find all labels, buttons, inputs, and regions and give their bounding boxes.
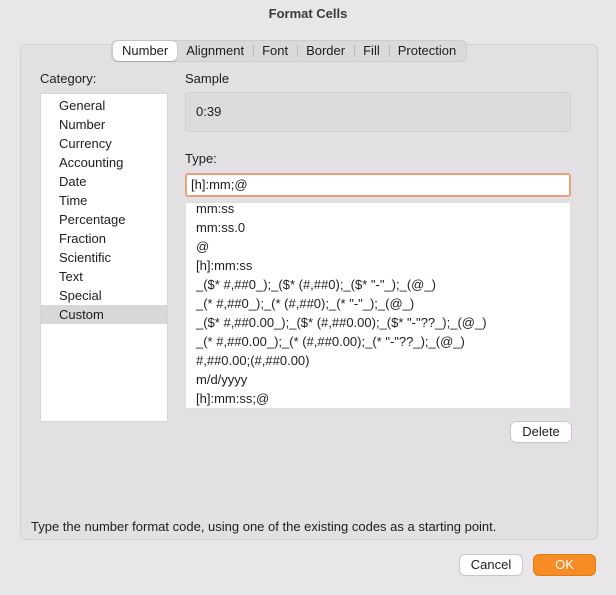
- category-label: Category:: [40, 71, 97, 86]
- dialog-title: Format Cells: [268, 6, 348, 21]
- category-item-scientific[interactable]: Scientific: [41, 248, 167, 267]
- format-item[interactable]: @: [186, 237, 570, 256]
- category-item-number[interactable]: Number: [41, 115, 167, 134]
- category-item-special[interactable]: Special: [41, 286, 167, 305]
- sample-box: 0:39: [185, 92, 571, 132]
- hint-text: Type the number format code, using one o…: [31, 519, 497, 534]
- category-item-general[interactable]: General: [41, 96, 167, 115]
- category-item-date[interactable]: Date: [41, 172, 167, 191]
- format-item[interactable]: mm:ss: [186, 203, 570, 218]
- category-item-custom[interactable]: Custom: [41, 305, 167, 324]
- format-code-list[interactable]: mm:ss mm:ss.0 @ [h]:mm:ss _($* #,##0_);_…: [185, 202, 571, 409]
- sample-label: Sample: [185, 71, 230, 86]
- tab-bar: Number Alignment Font Border Fill Protec…: [111, 40, 468, 62]
- cancel-button[interactable]: Cancel: [460, 555, 522, 575]
- tab-border[interactable]: Border: [297, 40, 354, 62]
- category-item-currency[interactable]: Currency: [41, 134, 167, 153]
- format-item[interactable]: #,##0.00;(#,##0.00): [186, 351, 570, 370]
- format-item[interactable]: _($* #,##0_);_($* (#,##0);_($* "-"_);_(@…: [186, 275, 570, 294]
- format-item[interactable]: _(* #,##0_);_(* (#,##0);_(* "-"_);_(@_): [186, 294, 570, 313]
- type-label: Type:: [185, 151, 217, 166]
- category-item-text[interactable]: Text: [41, 267, 167, 286]
- category-item-fraction[interactable]: Fraction: [41, 229, 167, 248]
- category-item-time[interactable]: Time: [41, 191, 167, 210]
- type-field-wrapper: [185, 173, 571, 197]
- format-item[interactable]: mm:ss.0: [186, 218, 570, 237]
- format-item[interactable]: [h]:mm:ss: [186, 256, 570, 275]
- type-input[interactable]: [187, 175, 565, 194]
- ok-button[interactable]: OK: [534, 555, 595, 575]
- category-item-accounting[interactable]: Accounting: [41, 153, 167, 172]
- category-item-percentage[interactable]: Percentage: [41, 210, 167, 229]
- delete-button[interactable]: Delete: [511, 422, 571, 442]
- tab-number[interactable]: Number: [113, 41, 178, 61]
- tab-font[interactable]: Font: [253, 40, 297, 62]
- tab-fill[interactable]: Fill: [354, 40, 389, 62]
- tab-alignment[interactable]: Alignment: [177, 40, 253, 62]
- sample-value: 0:39: [196, 104, 222, 119]
- format-item[interactable]: _($* #,##0.00_);_($* (#,##0.00);_($* "-"…: [186, 313, 570, 332]
- format-item[interactable]: _(* #,##0.00_);_(* (#,##0.00);_(* "-"??_…: [186, 332, 570, 351]
- format-item[interactable]: [h]:mm:ss;@: [186, 389, 570, 408]
- tab-protection[interactable]: Protection: [388, 40, 466, 62]
- category-list[interactable]: General Number Currency Accounting Date …: [40, 93, 168, 422]
- format-item[interactable]: m/d/yyyy: [186, 370, 570, 389]
